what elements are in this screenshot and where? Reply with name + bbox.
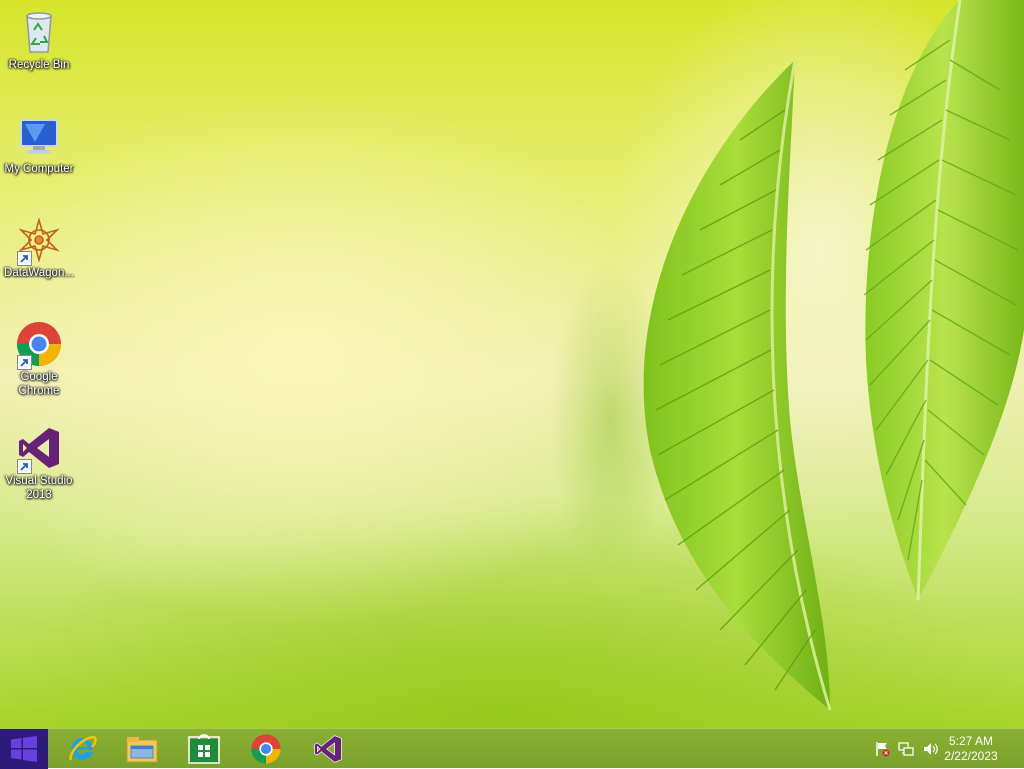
desktop-icon-datawagon[interactable]: DataWagon... — [0, 212, 78, 280]
chrome-icon — [15, 320, 63, 370]
store-icon — [188, 734, 220, 764]
taskbar-clock[interactable]: 5:27 AM 2/22/2023 — [936, 734, 1006, 764]
clock-date: 2/22/2023 — [944, 749, 998, 763]
file-explorer-icon — [126, 737, 158, 763]
shortcut-arrow-icon — [17, 459, 32, 474]
wallpaper-leaves — [550, 0, 1024, 711]
taskbar-internet-explorer[interactable] — [52, 729, 112, 769]
desktop-icon-my-computer[interactable]: My Computer — [0, 108, 78, 176]
visual-studio-icon — [314, 735, 342, 763]
desktop-icon-recycle-bin[interactable]: Recycle Bin — [0, 4, 78, 72]
recycle-bin-icon — [15, 8, 63, 56]
desktop-icon-label: My Computer — [4, 163, 74, 175]
network-icon[interactable] — [898, 741, 914, 757]
desktop-icon-label: Recycle Bin — [8, 59, 70, 71]
taskbar: 5:27 AM 2/22/2023 — [0, 728, 1024, 769]
visual-studio-icon — [15, 424, 63, 474]
action-center-flag-icon[interactable] — [874, 741, 890, 757]
taskbar-visual-studio[interactable] — [298, 729, 358, 769]
taskbar-store[interactable] — [174, 729, 234, 769]
desktop-icon-label: Visual Studio 2013 — [5, 475, 73, 501]
desktop-icon-google-chrome[interactable]: Google Chrome — [0, 316, 78, 398]
clock-time: 5:27 AM — [948, 734, 994, 748]
taskbar-google-chrome[interactable] — [236, 729, 296, 769]
desktop-icon-label: DataWagon... — [4, 267, 74, 279]
desktop-icon-label: Google Chrome — [18, 371, 60, 397]
desktop-icon-visual-studio[interactable]: Visual Studio 2013 — [0, 420, 78, 502]
shortcut-arrow-icon — [17, 355, 32, 370]
computer-icon — [15, 112, 63, 160]
taskbar-file-explorer[interactable] — [112, 729, 172, 769]
windows-logo-icon — [11, 736, 37, 762]
shortcut-arrow-icon — [17, 251, 32, 266]
start-button[interactable] — [0, 729, 48, 769]
datawagon-icon — [15, 216, 63, 266]
internet-explorer-icon — [69, 735, 97, 761]
chrome-icon — [251, 734, 281, 764]
desktop[interactable]: Recycle Bin My Computer DataWagon... Goo… — [0, 0, 1024, 728]
